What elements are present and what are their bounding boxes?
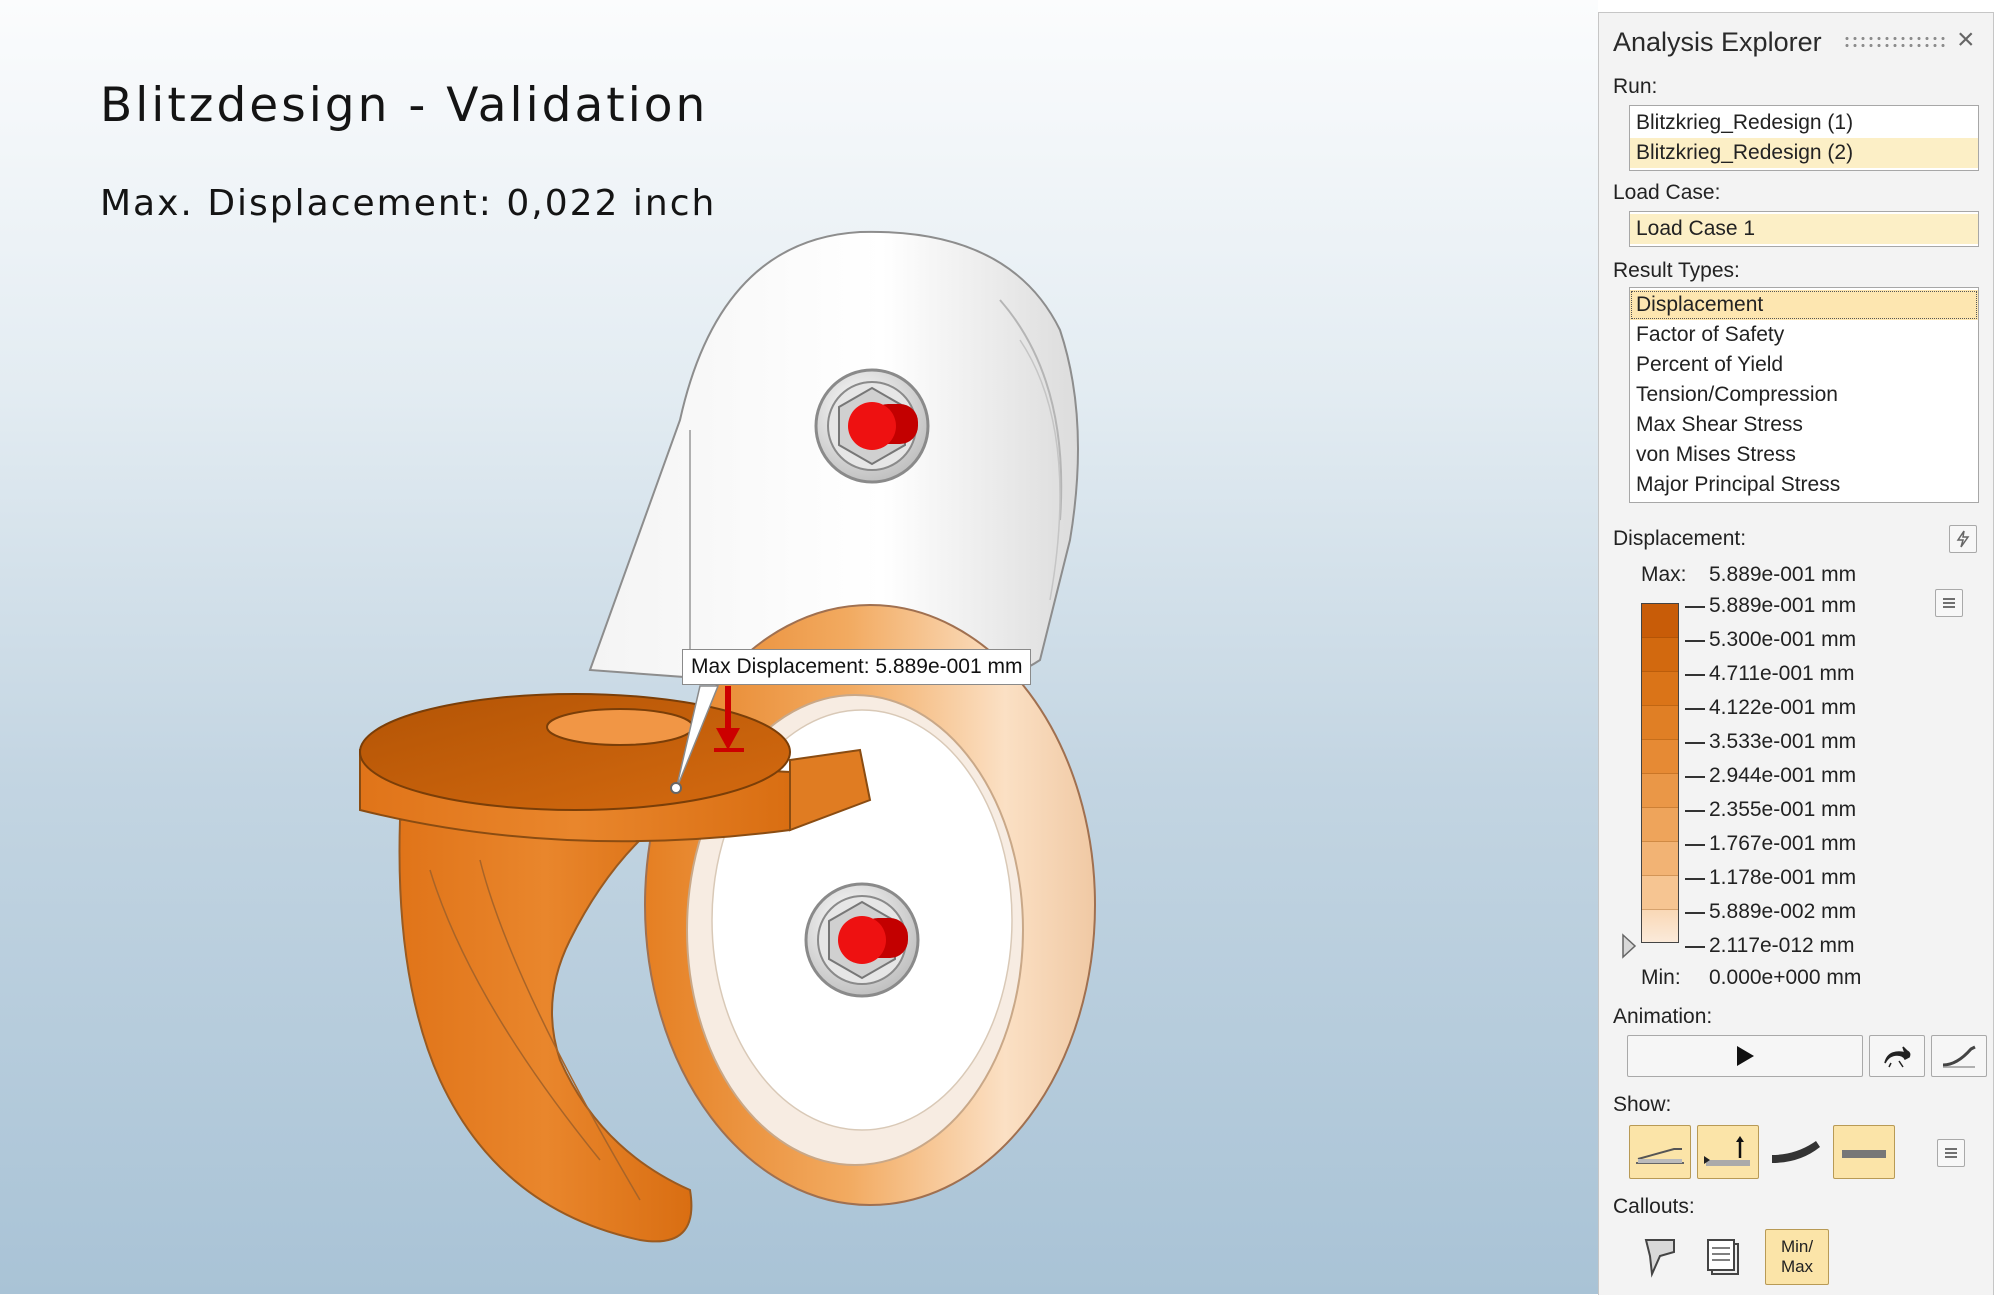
graphics-viewport[interactable]: Blitzdesign - Validation Max. Displaceme… [0, 0, 1598, 1294]
legend-label: Displacement: [1613, 527, 1747, 550]
undeformed-icon [1636, 1148, 1684, 1164]
color-band [1642, 638, 1678, 672]
run-list[interactable]: Blitzkrieg_Redesign (1) Blitzkrieg_Redes… [1629, 105, 1979, 171]
legend-value: 5.889e-002 mm [1709, 900, 1857, 923]
note-icon [1707, 1239, 1739, 1275]
viewport-title: Blitzdesign - Validation [100, 78, 709, 133]
animation-label: Animation: [1613, 1005, 1713, 1028]
curve-icon [1942, 1045, 1976, 1068]
max-displacement-callout[interactable]: Max Displacement: 5.889e-001 mm [682, 649, 1032, 685]
legend-color-bar [1641, 603, 1679, 943]
color-band [1642, 604, 1678, 638]
color-band [1642, 842, 1678, 876]
rabbit-icon [1884, 1046, 1911, 1068]
viewport-subtitle: Max. Displacement: 0,022 inch [100, 183, 717, 224]
result-type-item[interactable]: Major Principal Stress [1630, 470, 1978, 500]
load-arrow-icon [1704, 1136, 1750, 1166]
run-item-selected[interactable]: Blitzkrieg_Redesign (2) [1630, 138, 1978, 168]
load-case-list[interactable]: Load Case 1 [1629, 211, 1979, 247]
result-type-item[interactable]: Tension/Compression [1630, 380, 1978, 410]
result-type-item[interactable]: Max Shear Stress [1630, 410, 1978, 440]
color-band [1642, 876, 1678, 910]
run-label: Run: [1613, 75, 1658, 98]
legend-value: 4.711e-001 mm [1709, 662, 1855, 685]
legend-value: 2.355e-001 mm [1709, 798, 1857, 821]
result-type-item-selected[interactable]: Displacement [1630, 290, 1978, 320]
color-band [1642, 774, 1678, 808]
result-type-item[interactable]: Percent of Yield [1630, 350, 1978, 380]
play-icon [1737, 1046, 1754, 1066]
probe-flag-icon [1644, 1239, 1675, 1278]
lightning-icon[interactable] [1949, 525, 1977, 553]
legend-value: 5.300e-001 mm [1709, 628, 1857, 651]
legend-value: 4.122e-001 mm [1709, 696, 1857, 719]
play-button[interactable] [1627, 1035, 1863, 1077]
callouts-label: Callouts: [1613, 1195, 1695, 1218]
animation-curve-button[interactable] [1931, 1035, 1987, 1077]
deformed-shape-icon [1772, 1141, 1820, 1163]
legend-options-icon[interactable] [1935, 589, 1963, 617]
legend-value: 2.944e-001 mm [1709, 764, 1857, 787]
legend-value: 5.889e-001 mm [1709, 594, 1857, 617]
min-max-callout-button[interactable]: Min/ Max [1765, 1229, 1829, 1285]
color-band [1642, 672, 1678, 706]
close-icon[interactable]: × [1957, 25, 1975, 55]
show-deformed-button[interactable] [1765, 1125, 1827, 1179]
note-callout-button[interactable] [1699, 1231, 1749, 1281]
show-undeformed-button[interactable] [1629, 1125, 1691, 1179]
legend-value: 3.533e-001 mm [1709, 730, 1857, 753]
legend-value: 1.178e-001 mm [1709, 866, 1857, 889]
legend-max-label: Max: [1641, 563, 1687, 586]
result-types-list[interactable]: Displacement Factor of Safety Percent of… [1629, 287, 1979, 503]
legend-min-value: 0.000e+000 mm [1709, 966, 1862, 989]
panel-title: Analysis Explorer [1613, 27, 1822, 57]
legend-value: 2.117e-012 mm [1709, 934, 1855, 957]
legend-min-label: Min: [1641, 966, 1681, 989]
result-type-item[interactable]: Factor of Safety [1630, 320, 1978, 350]
animation-speed-button[interactable] [1869, 1035, 1925, 1077]
load-case-label: Load Case: [1613, 181, 1721, 204]
color-band [1642, 808, 1678, 842]
run-item[interactable]: Blitzkrieg_Redesign (1) [1630, 108, 1978, 138]
show-mesh-button[interactable] [1833, 1125, 1895, 1179]
result-types-label: Result Types: [1613, 259, 1740, 282]
show-options-icon[interactable] [1937, 1139, 1965, 1167]
color-band [1642, 910, 1678, 942]
legend-value: 1.767e-001 mm [1709, 832, 1857, 855]
analysis-explorer-panel: Analysis Explorer × Run: Blitzkrieg_Rede… [1598, 12, 1994, 1295]
result-type-item[interactable]: von Mises Stress [1630, 440, 1978, 470]
drag-grip-icon[interactable] [1843, 35, 1947, 49]
legend-max-value: 5.889e-001 mm [1709, 563, 1857, 586]
probe-callout-button[interactable] [1635, 1231, 1685, 1281]
color-band [1642, 706, 1678, 740]
triangle-pointer-icon[interactable] [1621, 933, 1637, 959]
show-label: Show: [1613, 1093, 1672, 1116]
show-loads-button[interactable] [1697, 1125, 1759, 1179]
load-case-item-selected[interactable]: Load Case 1 [1630, 214, 1978, 244]
color-band [1642, 740, 1678, 774]
plate-icon [1842, 1150, 1886, 1158]
